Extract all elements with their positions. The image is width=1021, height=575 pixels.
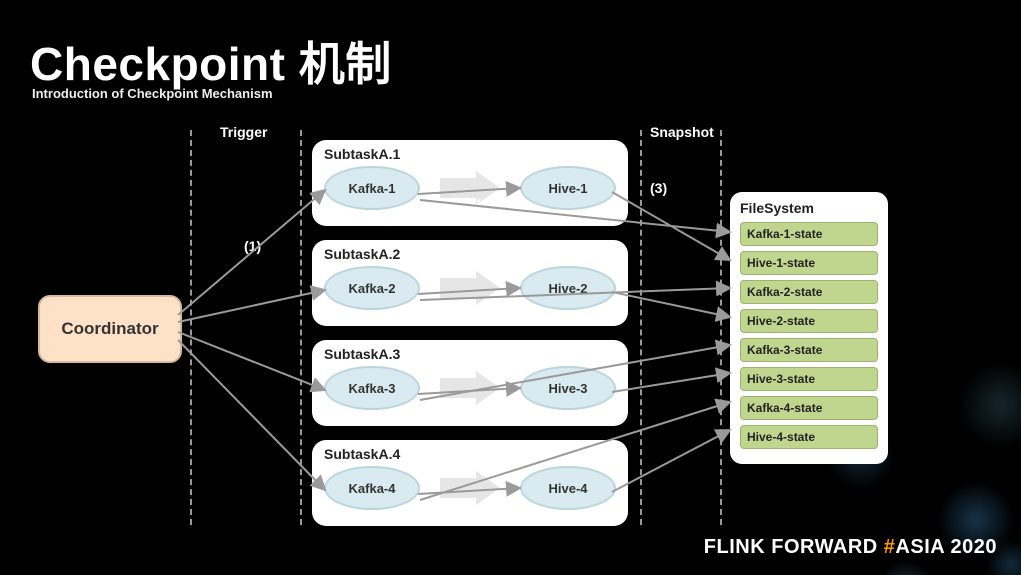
state-item: Kafka-2-state <box>740 280 878 304</box>
kafka-3-node: Kafka-3 <box>324 366 420 410</box>
state-item: Hive-2-state <box>740 309 878 333</box>
slide-title: Checkpoint 机制 <box>30 28 392 94</box>
state-item: Kafka-4-state <box>740 396 878 420</box>
separator-1 <box>190 130 192 525</box>
flow-arrow-icon <box>440 271 500 305</box>
diagram-stage: Trigger Snapshot Coordinator SubtaskA.1 … <box>0 120 1021 540</box>
separator-3 <box>640 130 642 525</box>
subtask-a4: SubtaskA.4 Kafka-4 Hive-4 <box>312 440 628 526</box>
filesystem-box: FileSystem Kafka-1-state Hive-1-state Ka… <box>730 192 888 464</box>
state-item: Hive-4-state <box>740 425 878 449</box>
footer-forward: FORWARD <box>771 536 877 558</box>
state-item: Hive-3-state <box>740 367 878 391</box>
subtask-a3-title: SubtaskA.3 <box>324 346 616 362</box>
filesystem-title: FileSystem <box>740 200 878 216</box>
flow-arrow-icon <box>440 371 500 405</box>
hive-3-node: Hive-3 <box>520 366 616 410</box>
footer-hash: # <box>884 536 896 558</box>
state-item: Kafka-1-state <box>740 222 878 246</box>
step-label-2: (2) <box>476 196 493 212</box>
hive-4-node: Hive-4 <box>520 466 616 510</box>
state-item: Hive-1-state <box>740 251 878 275</box>
subtask-a2-title: SubtaskA.2 <box>324 246 616 262</box>
subtask-a1: SubtaskA.1 Kafka-1 Hive-1 <box>312 140 628 226</box>
subtask-a3: SubtaskA.3 Kafka-3 Hive-3 <box>312 340 628 426</box>
separator-4 <box>720 130 722 525</box>
slide-subtitle: Introduction of Checkpoint Mechanism <box>32 86 273 101</box>
kafka-2-node: Kafka-2 <box>324 266 420 310</box>
subtask-a4-title: SubtaskA.4 <box>324 446 616 462</box>
column-label-trigger: Trigger <box>220 124 267 140</box>
coordinator-node: Coordinator <box>38 295 182 363</box>
hive-1-node: Hive-1 <box>520 166 616 210</box>
kafka-1-node: Kafka-1 <box>324 166 420 210</box>
flow-arrow-icon <box>440 471 500 505</box>
kafka-4-node: Kafka-4 <box>324 466 420 510</box>
state-item: Kafka-3-state <box>740 338 878 362</box>
footer-asia: ASIA 2020 <box>895 536 997 558</box>
hive-2-node: Hive-2 <box>520 266 616 310</box>
step-label-1: (1) <box>244 238 261 254</box>
step-label-3: (3) <box>650 180 667 196</box>
column-label-snapshot: Snapshot <box>650 124 714 140</box>
footer-brand: FLINK FORWARD #ASIA 2020 <box>704 536 997 559</box>
separator-2 <box>300 130 302 525</box>
subtask-a1-title: SubtaskA.1 <box>324 146 616 162</box>
subtask-a2: SubtaskA.2 Kafka-2 Hive-2 <box>312 240 628 326</box>
footer-flink: FLINK <box>704 536 765 558</box>
